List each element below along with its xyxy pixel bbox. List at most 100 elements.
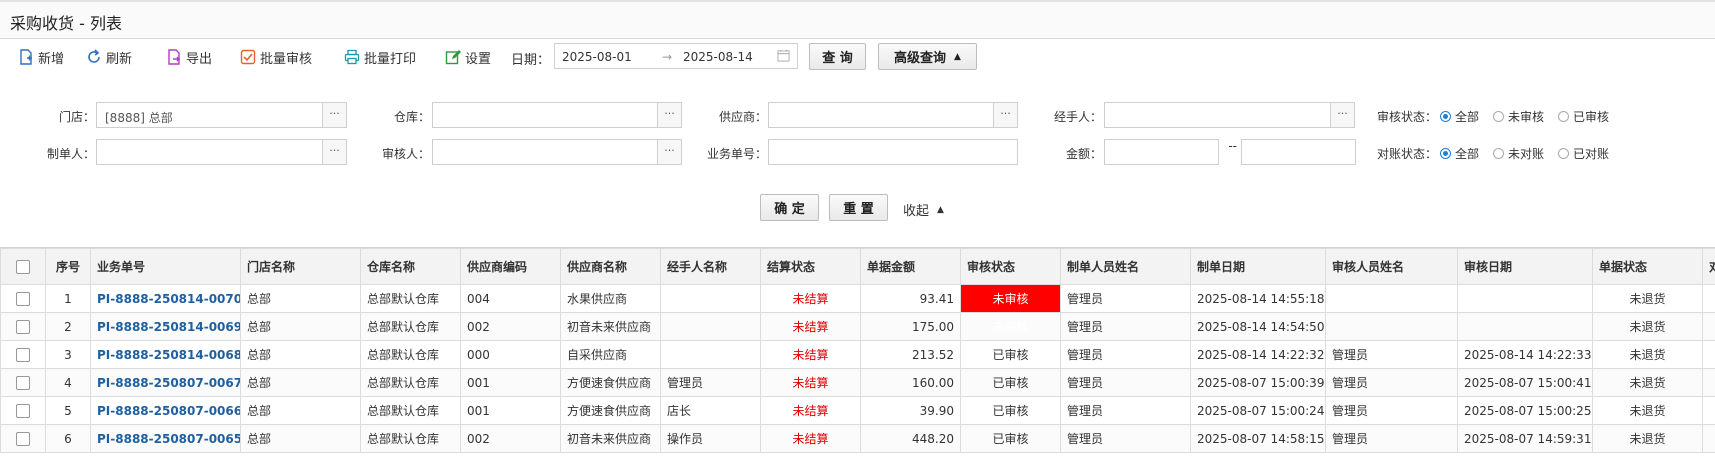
store-input[interactable]: [8888] 总部 <box>96 102 323 128</box>
cell-biz-no[interactable]: PI-8888-250807-0066 <box>90 396 241 425</box>
reconcile-status-option-1[interactable]: 未对账 <box>1493 145 1544 162</box>
table-row[interactable]: 1 PI-8888-250814-0070 总部 总部默认仓库 004 水果供应商 未结算 9… <box>0 284 1715 313</box>
amount-min-input[interactable] <box>1104 139 1219 165</box>
audit-status-option-0[interactable]: 全部 <box>1440 108 1479 125</box>
reset-button[interactable]: 重 置 <box>829 194 888 221</box>
radio-icon[interactable] <box>1493 111 1505 122</box>
amount-max-input[interactable] <box>1241 139 1356 165</box>
column-header-supplier-code[interactable]: 供应商编码 <box>460 248 561 285</box>
cell-store: 总部 <box>240 424 361 453</box>
store-picker-button[interactable]: ··· <box>323 102 347 128</box>
creator-input[interactable] <box>96 139 323 165</box>
export-button[interactable]: 导出 <box>166 40 212 74</box>
auditor-picker-button[interactable]: ··· <box>658 139 682 165</box>
column-header-create-date[interactable]: 制单日期 <box>1190 248 1326 285</box>
select-all-checkbox[interactable] <box>16 259 30 274</box>
table-row[interactable]: 5 PI-8888-250807-0066 总部 总部默认仓库 001 方便速食供应商 店长… <box>0 396 1715 425</box>
batch-audit-button[interactable]: 批量审核 <box>240 40 312 74</box>
reconcile-status-option-2[interactable]: 已对账 <box>1558 145 1609 162</box>
table-row[interactable]: 6 PI-8888-250807-0065 总部 总部默认仓库 002 初音未来供应商 操作… <box>0 424 1715 453</box>
radio-icon[interactable] <box>1558 148 1570 159</box>
column-header-seq[interactable]: 序号 <box>45 248 91 285</box>
audit-status-option-1[interactable]: 未审核 <box>1493 108 1544 125</box>
reconcile-status-option-label: 未对账 <box>1508 147 1545 161</box>
row-checkbox[interactable] <box>16 319 30 334</box>
date-from[interactable]: 2025-08-01 <box>562 50 632 64</box>
column-header-reconcile[interactable]: 对 <box>1702 248 1715 285</box>
date-range-picker[interactable]: 2025-08-01 → 2025-08-14 <box>554 43 798 69</box>
radio-icon[interactable] <box>1493 148 1505 159</box>
handler-input[interactable] <box>1104 102 1331 128</box>
cell-audit-date: 2025-08-07 15:00:25 <box>1457 396 1593 425</box>
supplier-picker-button[interactable]: ··· <box>994 102 1018 128</box>
warehouse-input[interactable] <box>432 102 658 128</box>
column-header-doc-status[interactable]: 单据状态 <box>1592 248 1703 285</box>
radio-icon[interactable] <box>1440 148 1451 159</box>
radio-icon[interactable] <box>1440 111 1451 122</box>
row-checkbox[interactable] <box>16 431 30 446</box>
batch-print-button[interactable]: 批量打印 <box>344 40 416 74</box>
column-header-audit-date[interactable]: 审核日期 <box>1457 248 1593 285</box>
refresh-button[interactable]: 刷新 <box>86 40 132 74</box>
creator-picker-button[interactable]: ··· <box>323 139 347 165</box>
reconcile-status-radios: 全部 未对账 已对账 <box>1440 145 1623 162</box>
cell-biz-no[interactable]: PI-8888-250807-0065 <box>90 424 241 453</box>
add-button[interactable]: 新增 <box>18 40 64 74</box>
auditor-label: 审核人： <box>381 147 430 161</box>
row-checkbox[interactable] <box>16 375 30 390</box>
reconcile-status-option-0[interactable]: 全部 <box>1440 145 1479 162</box>
radio-icon[interactable] <box>1558 111 1570 122</box>
confirm-button[interactable]: 确 定 <box>760 194 819 221</box>
audit-status-option-2[interactable]: 已审核 <box>1558 108 1609 125</box>
cell-handler <box>660 312 761 341</box>
cell-supplier-code: 002 <box>460 312 561 341</box>
table-row[interactable]: 3 PI-8888-250814-0068 总部 总部默认仓库 000 自采供应商 未结算 2… <box>0 340 1715 369</box>
row-select-cell[interactable] <box>0 396 46 425</box>
row-select-cell[interactable] <box>0 424 46 453</box>
date-to[interactable]: 2025-08-14 <box>683 50 753 64</box>
column-header-settle-status[interactable]: 结算状态 <box>760 248 861 285</box>
row-checkbox[interactable] <box>16 403 30 418</box>
cell-biz-no[interactable]: PI-8888-250814-0069 <box>90 312 241 341</box>
collapse-toggle[interactable]: 收起 ▲ <box>903 200 944 219</box>
cell-biz-no[interactable]: PI-8888-250807-0067 <box>90 368 241 397</box>
column-header-creator[interactable]: 制单人员姓名 <box>1060 248 1191 285</box>
warehouse-picker-button[interactable]: ··· <box>658 102 682 128</box>
cell-handler: 管理员 <box>660 368 761 397</box>
cell-supplier-code: 004 <box>460 284 561 313</box>
cell-biz-no[interactable]: PI-8888-250814-0068 <box>90 340 241 369</box>
calendar-icon[interactable] <box>777 49 790 62</box>
cell-handler: 店长 <box>660 396 761 425</box>
column-header-audit-status[interactable]: 审核状态 <box>960 248 1061 285</box>
row-select-cell[interactable] <box>0 340 46 369</box>
column-header-warehouse[interactable]: 仓库名称 <box>360 248 461 285</box>
column-header-auditor[interactable]: 审核人员姓名 <box>1325 248 1458 285</box>
row-select-cell[interactable] <box>0 312 46 341</box>
table-row[interactable]: 2 PI-8888-250814-0069 总部 总部默认仓库 002 初音未来供应商 未结… <box>0 312 1715 341</box>
table-body: 1 PI-8888-250814-0070 总部 总部默认仓库 004 水果供应商 未结算 9… <box>0 284 1715 453</box>
cell-biz-no[interactable]: PI-8888-250814-0070 <box>90 284 241 313</box>
column-header-amount[interactable]: 单据金额 <box>860 248 961 285</box>
row-select-cell[interactable] <box>0 368 46 397</box>
query-button[interactable]: 查 询 <box>809 43 866 70</box>
row-select-cell[interactable] <box>0 284 46 313</box>
auditor-input[interactable] <box>432 139 658 165</box>
handler-picker-button[interactable]: ··· <box>1331 102 1355 128</box>
supplier-input[interactable] <box>768 102 994 128</box>
table-header-row: 序号 业务单号 门店名称 仓库名称 供应商编码 供应商名称 经手人名称 结算状态 单据金额 审核状… <box>0 248 1715 285</box>
advanced-query-button[interactable]: 高级查询 ▲ <box>878 43 977 70</box>
cell-settle-status: 未结算 <box>760 312 861 341</box>
reconcile-status-label: 对账状态： <box>1376 147 1437 161</box>
table-row[interactable]: 4 PI-8888-250807-0067 总部 总部默认仓库 001 方便速食供应商 管理… <box>0 368 1715 397</box>
column-header-supplier-name[interactable]: 供应商名称 <box>560 248 661 285</box>
select-all-cell[interactable] <box>0 248 46 285</box>
biz-no-input[interactable] <box>768 139 1018 165</box>
row-checkbox[interactable] <box>16 347 30 362</box>
column-header-handler[interactable]: 经手人名称 <box>660 248 761 285</box>
cell-audit-status: 已审核 <box>960 424 1061 453</box>
column-header-biz-no[interactable]: 业务单号 <box>90 248 241 285</box>
column-header-store[interactable]: 门店名称 <box>240 248 361 285</box>
row-checkbox[interactable] <box>16 291 30 306</box>
cell-create-date: 2025-08-14 14:22:32 <box>1190 340 1326 369</box>
settings-button[interactable]: 设置 <box>445 40 491 74</box>
